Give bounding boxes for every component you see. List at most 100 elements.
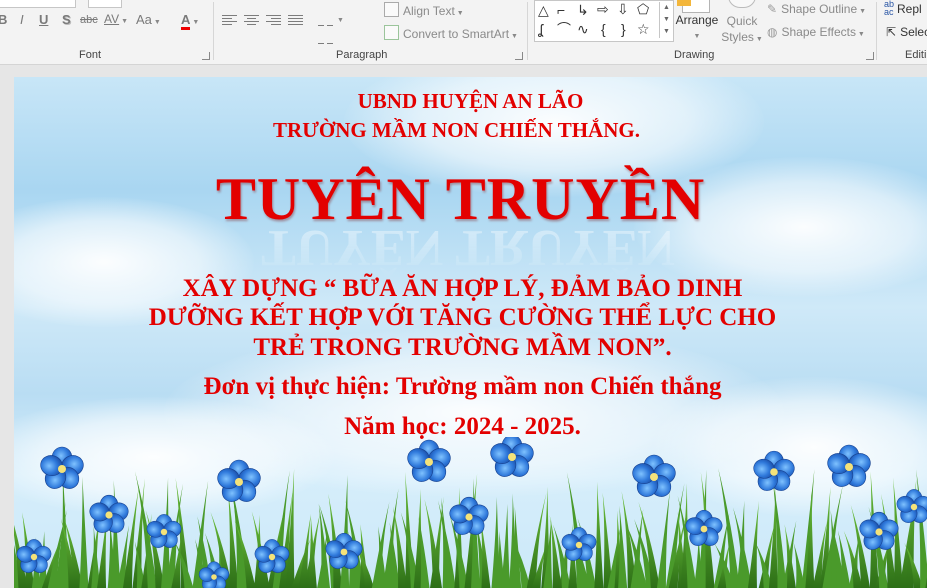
shape-effects-button[interactable]: ◍ Shape Effects ▼: [767, 25, 865, 39]
strikethrough-button[interactable]: abc: [80, 14, 98, 26]
convert-smartart-button[interactable]: Convert to SmartArt ▼: [384, 25, 518, 41]
group-separator: [527, 2, 528, 60]
grass-and-flowers: [14, 437, 927, 588]
replace-icon: ab ac: [884, 0, 895, 17]
underline-button[interactable]: U: [39, 12, 48, 27]
font-color-button[interactable]: A ▼: [181, 12, 200, 30]
align-text-icon: [384, 2, 399, 17]
shadow-button[interactable]: S: [62, 12, 71, 27]
flower-center: [160, 528, 168, 536]
arc-shape-icon[interactable]: ⌒: [557, 22, 571, 36]
editing-group-label: Editi: [905, 49, 927, 61]
gallery-scroll-down-icon[interactable]: ▼: [659, 14, 673, 26]
quick-styles-button[interactable]: Quick Styles ▼: [720, 13, 764, 48]
chevron-down-icon: ▼: [454, 10, 464, 17]
flower-center: [465, 513, 473, 521]
font-dialog-launcher-icon[interactable]: [202, 52, 210, 60]
shape-effects-icon: ◍: [767, 25, 778, 39]
flower-center: [508, 453, 516, 461]
gallery-more-icon[interactable]: ▼: [659, 26, 673, 38]
blue-flower: [859, 511, 899, 550]
flower-center: [105, 511, 113, 519]
flower-center: [58, 465, 66, 473]
bold-button[interactable]: B: [0, 12, 7, 27]
chevron-down-icon: ▼: [151, 19, 161, 26]
right-brace-icon[interactable]: }: [621, 22, 626, 36]
flower-center: [268, 553, 276, 561]
grass-blade: [805, 490, 815, 588]
convert-smartart-label: Convert to SmartArt: [403, 27, 510, 41]
grass-blade: [79, 476, 89, 588]
blue-flower: [827, 444, 871, 487]
shape-outline-label: Shape Outline: [781, 2, 858, 16]
triangle-shape-icon[interactable]: △: [538, 3, 549, 17]
chevron-down-icon: ▼: [190, 19, 200, 26]
topic-line-2: DƯỠNG KẾT HỢP VỚI TĂNG CƯỜNG THỂ LỰC CHO: [148, 304, 777, 331]
blue-flower: [40, 446, 84, 489]
topic-line-3: TRẺ TRONG TRƯỜNG MẦM NON”.: [253, 334, 672, 361]
arrange-icon: [677, 0, 710, 13]
blue-flower: [490, 437, 534, 477]
pentagon-shape-icon[interactable]: ⬠: [637, 2, 649, 16]
shape-outline-icon: ✎: [767, 2, 778, 16]
wave-shape-icon[interactable]: ∿: [577, 22, 589, 36]
align-center-icon[interactable]: [244, 15, 259, 27]
right-arrow-shape-icon[interactable]: ⇨: [597, 2, 609, 16]
quick-styles-label-2: Styles: [721, 30, 754, 44]
org-line-1: UBND HUYỆN AN LÃO: [357, 89, 584, 113]
align-text-button[interactable]: Align Text ▼: [384, 2, 464, 18]
chevron-down-icon[interactable]: ▼: [337, 17, 344, 24]
star-shape-icon[interactable]: ☆: [637, 22, 650, 36]
select-button[interactable]: ⇱Selec: [886, 25, 927, 39]
elbow-arrow-icon[interactable]: ↳: [577, 3, 589, 17]
chevron-down-icon: ▼: [509, 33, 518, 40]
paragraph-dialog-launcher-icon[interactable]: [515, 52, 523, 60]
character-spacing-label: AV: [104, 12, 120, 26]
grass-blade: [340, 474, 350, 588]
change-case-label: Aa: [136, 12, 152, 27]
align-right-icon[interactable]: [266, 15, 281, 27]
slide-canvas[interactable]: UBND HUYỆN AN LÃO TRƯỜNG MẦM NON CHIẾN T…: [14, 77, 927, 588]
blue-flower: [217, 459, 261, 502]
grass-blade: [656, 490, 670, 588]
grass-blade: [501, 503, 511, 588]
elbow-connector-icon[interactable]: ⌐: [557, 3, 565, 17]
quick-styles-icon: [728, 0, 756, 8]
drawing-group-label: Drawing: [674, 49, 715, 61]
align-left-icon[interactable]: [222, 15, 237, 27]
shapes-gallery[interactable]: △ ⌐ ↳ ⇨ ⇩ ⬠ ʆ ⌒ ∿ { } ☆ ▲ ▼ ▼: [534, 0, 674, 42]
flower-center: [425, 458, 433, 466]
arrange-button[interactable]: Arrange ▼: [674, 13, 720, 41]
change-case-button[interactable]: Aa ▼: [136, 12, 161, 27]
org-line-2: TRƯỜNG MẦM NON CHIẾN THẮNG.: [273, 118, 640, 142]
chevron-down-icon: ▼: [753, 36, 763, 43]
flower-center: [770, 468, 778, 476]
flower-center: [650, 473, 658, 481]
curve-shape-icon[interactable]: ʆ: [538, 22, 543, 36]
blue-flower: [753, 450, 795, 491]
flower-center: [845, 463, 853, 471]
replace-button[interactable]: ab ac Repl: [884, 0, 922, 17]
chevron-down-icon: ▼: [693, 33, 701, 40]
character-spacing-button[interactable]: AV ▼: [104, 12, 128, 26]
font-color-label: A: [181, 12, 191, 30]
grass-blade: [768, 486, 778, 588]
font-size-stepper[interactable]: [88, 0, 122, 8]
drawing-dialog-launcher-icon[interactable]: [866, 52, 874, 60]
columns-icon[interactable]: [318, 15, 334, 44]
select-icon: ⇱: [886, 25, 897, 39]
arrange-label: Arrange: [675, 13, 719, 27]
replace-label: Repl: [897, 2, 922, 16]
gallery-scroll-up-icon[interactable]: ▲: [659, 2, 673, 14]
blue-flower: [407, 439, 451, 482]
font-size-box[interactable]: [0, 0, 76, 8]
left-brace-icon[interactable]: {: [601, 22, 606, 36]
justify-icon[interactable]: [288, 15, 303, 27]
flower-center: [211, 574, 217, 580]
italic-button[interactable]: I: [20, 12, 24, 27]
ribbon: B I U S abc AV ▼ Aa ▼ A ▼ Font ▼ Align T…: [0, 0, 927, 65]
shape-outline-button[interactable]: ✎ Shape Outline ▼: [767, 2, 866, 16]
down-arrow-shape-icon[interactable]: ⇩: [617, 2, 629, 16]
group-separator: [876, 2, 877, 60]
headline-reflection-text: TUYÊN TRUYỀN: [261, 224, 675, 276]
